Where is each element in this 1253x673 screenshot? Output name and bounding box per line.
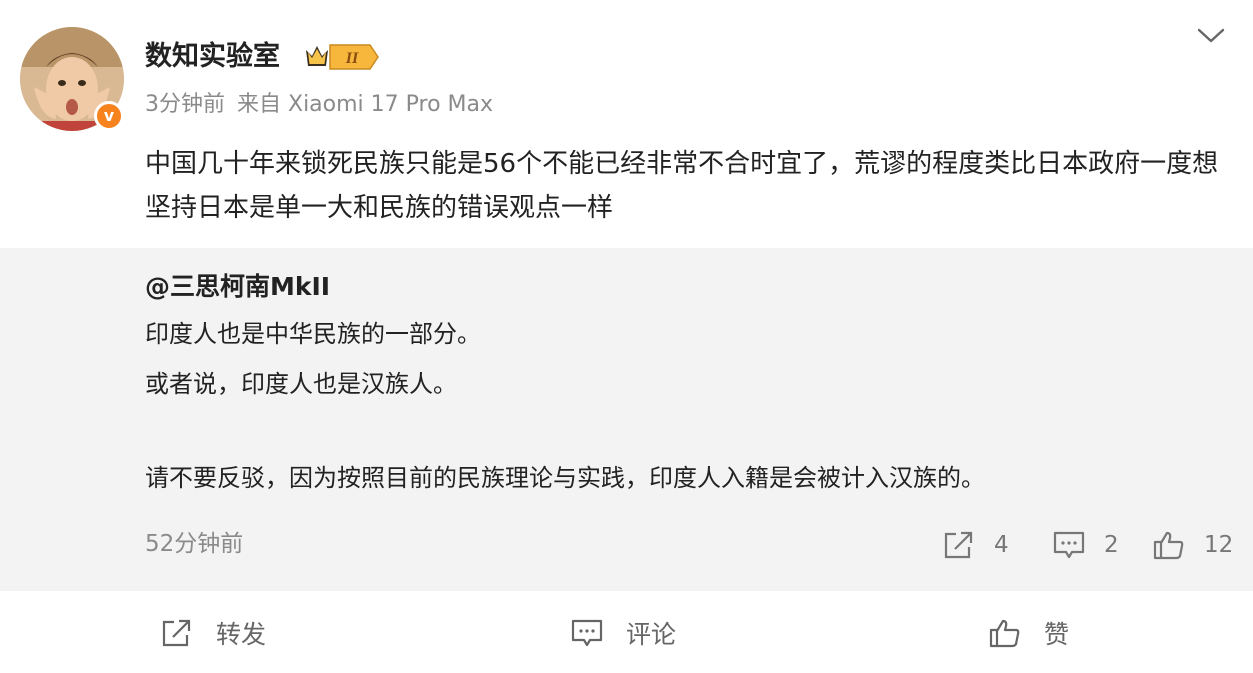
comment-label: 评论	[626, 620, 677, 649]
username[interactable]: 数知实验室	[145, 37, 280, 77]
quoted-line: 或者说，印度人也是汉族人。	[145, 370, 457, 398]
thumbs-up-icon	[989, 619, 1020, 648]
quoted-repost-count: 4	[994, 532, 1009, 558]
chevron-down-icon[interactable]	[1194, 23, 1228, 47]
post-source: 来自 Xiaomi 17 Pro Max	[237, 92, 494, 117]
share-icon	[944, 531, 973, 559]
like-label: 赞	[1044, 620, 1070, 649]
verified-badge: v	[94, 101, 124, 131]
repost-button[interactable]: 转发	[160, 615, 266, 651]
post-time: 3分钟前	[145, 92, 225, 117]
quoted-author[interactable]: @三思柯南MkII	[145, 268, 330, 306]
quoted-comment-button[interactable]: 2	[1052, 528, 1119, 562]
repost-label: 转发	[216, 620, 267, 649]
quoted-like-count: 12	[1204, 532, 1234, 558]
comment-button[interactable]: 评论	[570, 615, 676, 651]
quoted-post[interactable]: @三思柯南MkII 印度人也是中华民族的一部分。 或者说，印度人也是汉族人。 请…	[0, 248, 1253, 591]
quoted-repost-button[interactable]: 4	[942, 528, 1009, 562]
quoted-comment-count: 2	[1104, 532, 1119, 558]
like-button[interactable]: 赞	[988, 615, 1069, 651]
quoted-line: 请不要反驳，因为按照目前的民族理论与实践，印度人入籍是会被计入汉族的。	[145, 464, 985, 492]
quoted-time: 52分钟前	[145, 531, 244, 557]
post-meta: 3分钟前 来自 Xiaomi 17 Pro Max	[145, 89, 505, 121]
member-crown-icon[interactable]: II	[300, 40, 380, 74]
badge-level: II	[345, 50, 359, 67]
share-icon	[162, 619, 191, 647]
post-text: 中国几十年来锁死民族只能是56个不能已经非常不合时宜了，荒谬的程度类比日本政府一…	[145, 149, 1219, 223]
thumbs-up-icon	[1153, 531, 1184, 560]
comment-icon	[571, 619, 603, 647]
quoted-line: 印度人也是中华民族的一部分。	[145, 320, 481, 348]
comment-icon	[1053, 531, 1085, 559]
quoted-like-button[interactable]: 12	[1152, 528, 1233, 562]
